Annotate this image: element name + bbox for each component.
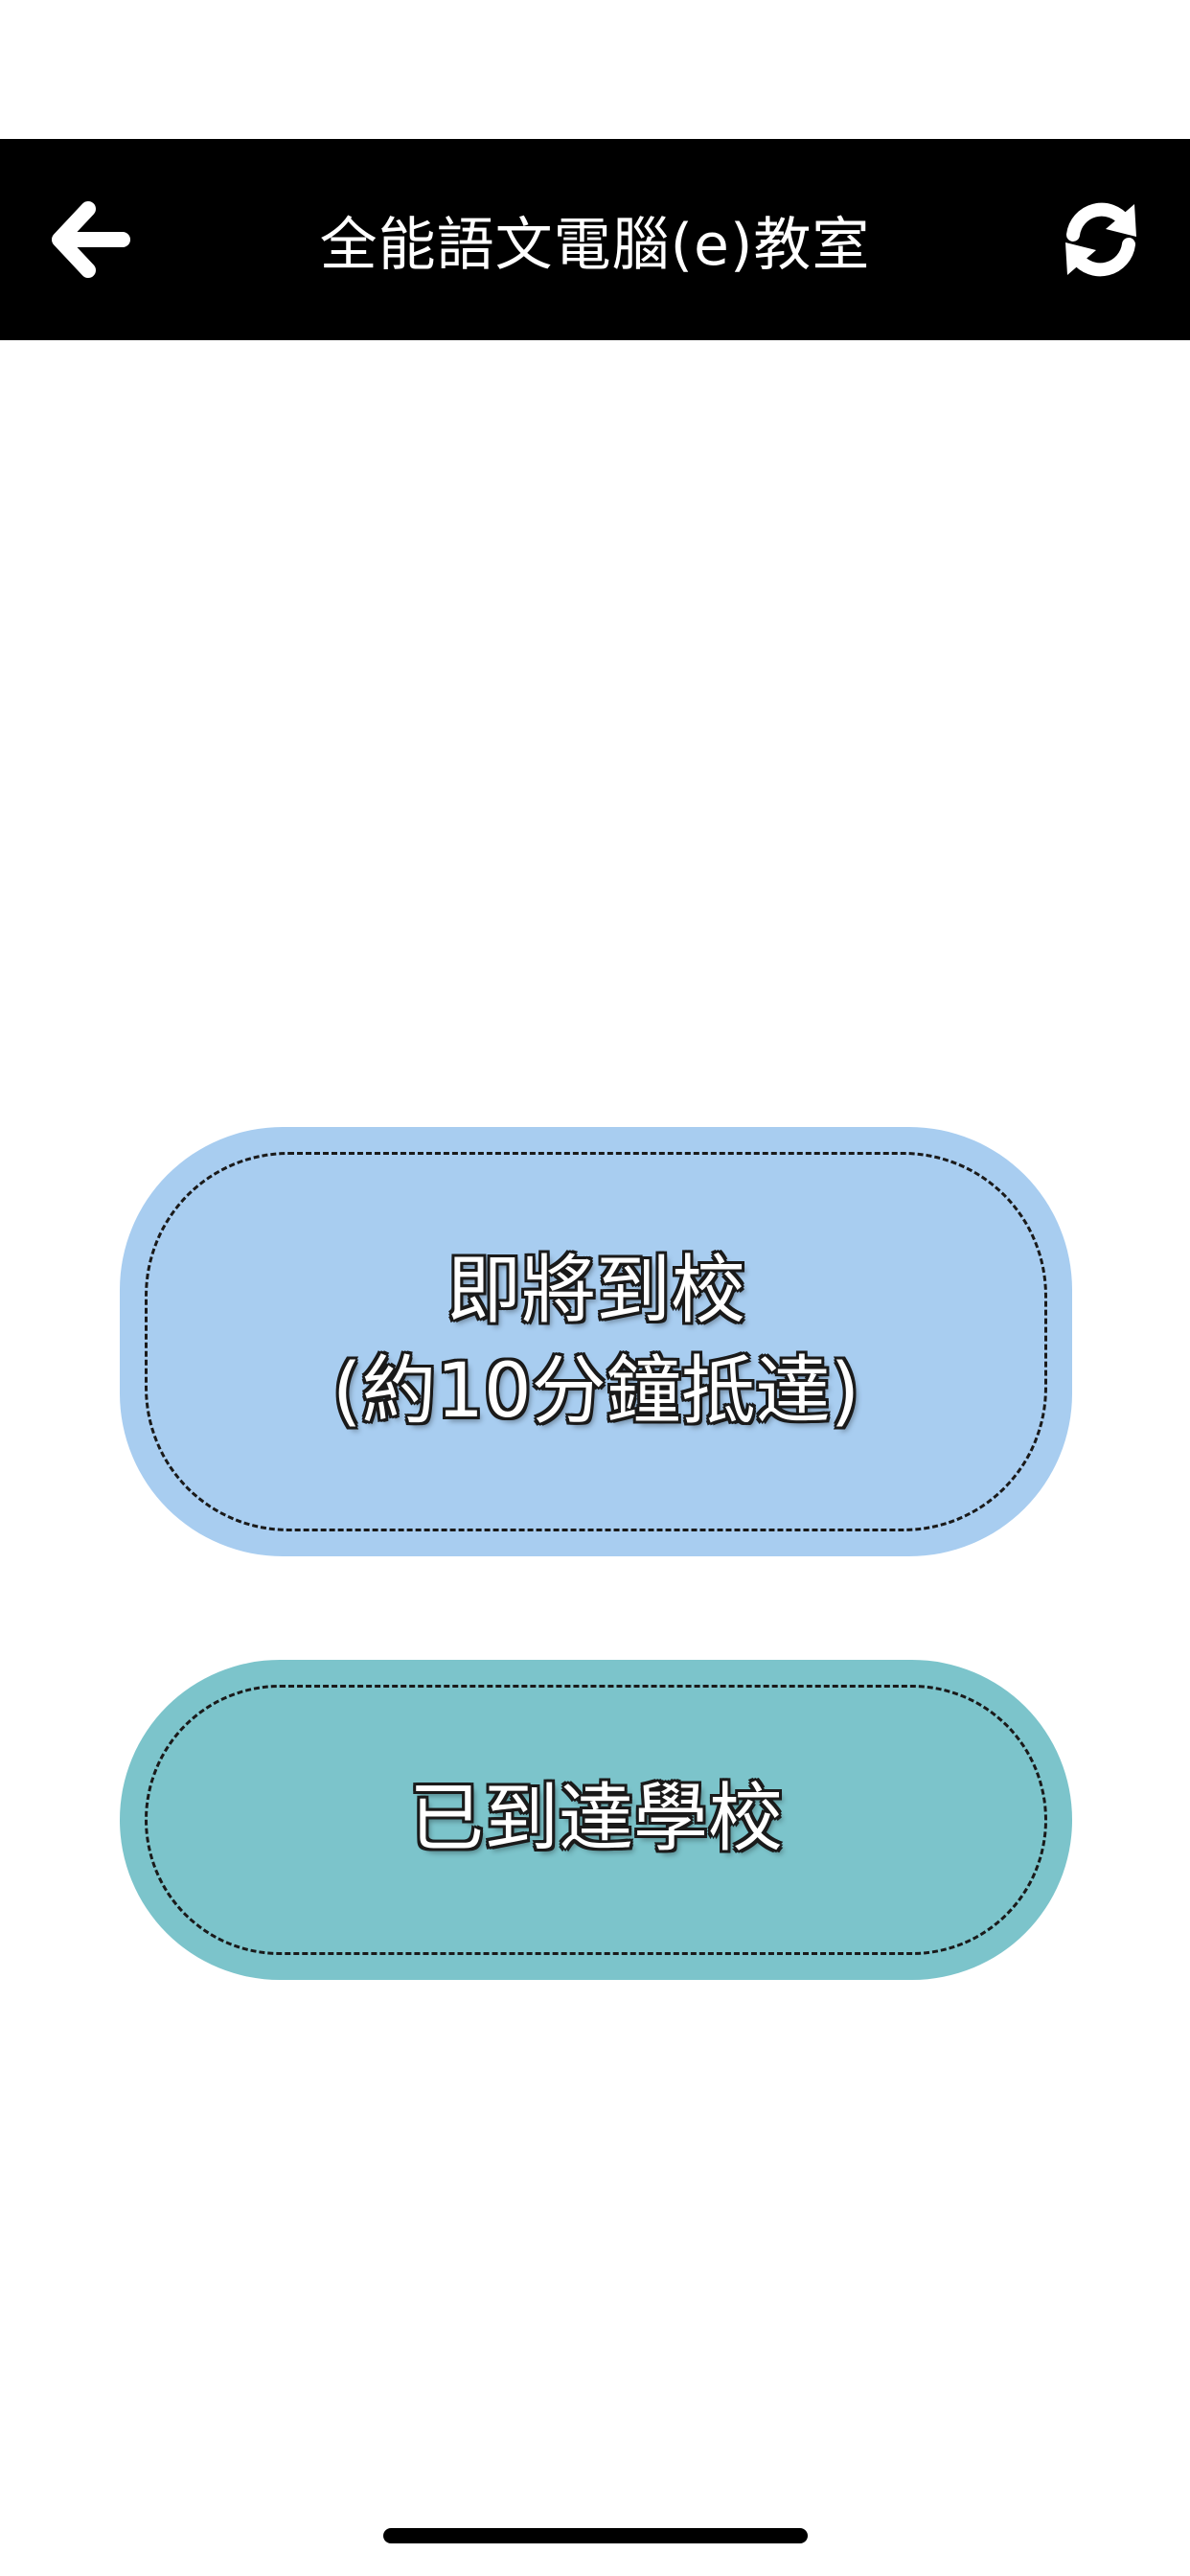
arriving-soon-label: 即將到校 [446, 1247, 745, 1334]
back-button[interactable] [50, 199, 130, 280]
arrived-button[interactable]: 已到達學校 [120, 1660, 1072, 1980]
arrow-left-icon [52, 201, 130, 278]
arrived-label: 已到達學校 [408, 1776, 783, 1863]
arriving-soon-eta: (約10分鐘抵達) [332, 1348, 860, 1435]
refresh-button[interactable] [1058, 196, 1144, 283]
arriving-soon-dashed-border: 即將到校 (約10分鐘抵達) [145, 1152, 1047, 1531]
home-indicator [383, 2528, 808, 2543]
page-title: 全能語文電腦(e)教室 [319, 211, 871, 279]
arriving-soon-button[interactable]: 即將到校 (約10分鐘抵達) [120, 1127, 1072, 1556]
arrived-dashed-border: 已到達學校 [145, 1685, 1047, 1955]
app-header: 全能語文電腦(e)教室 [0, 139, 1190, 340]
refresh-icon [1065, 202, 1136, 277]
